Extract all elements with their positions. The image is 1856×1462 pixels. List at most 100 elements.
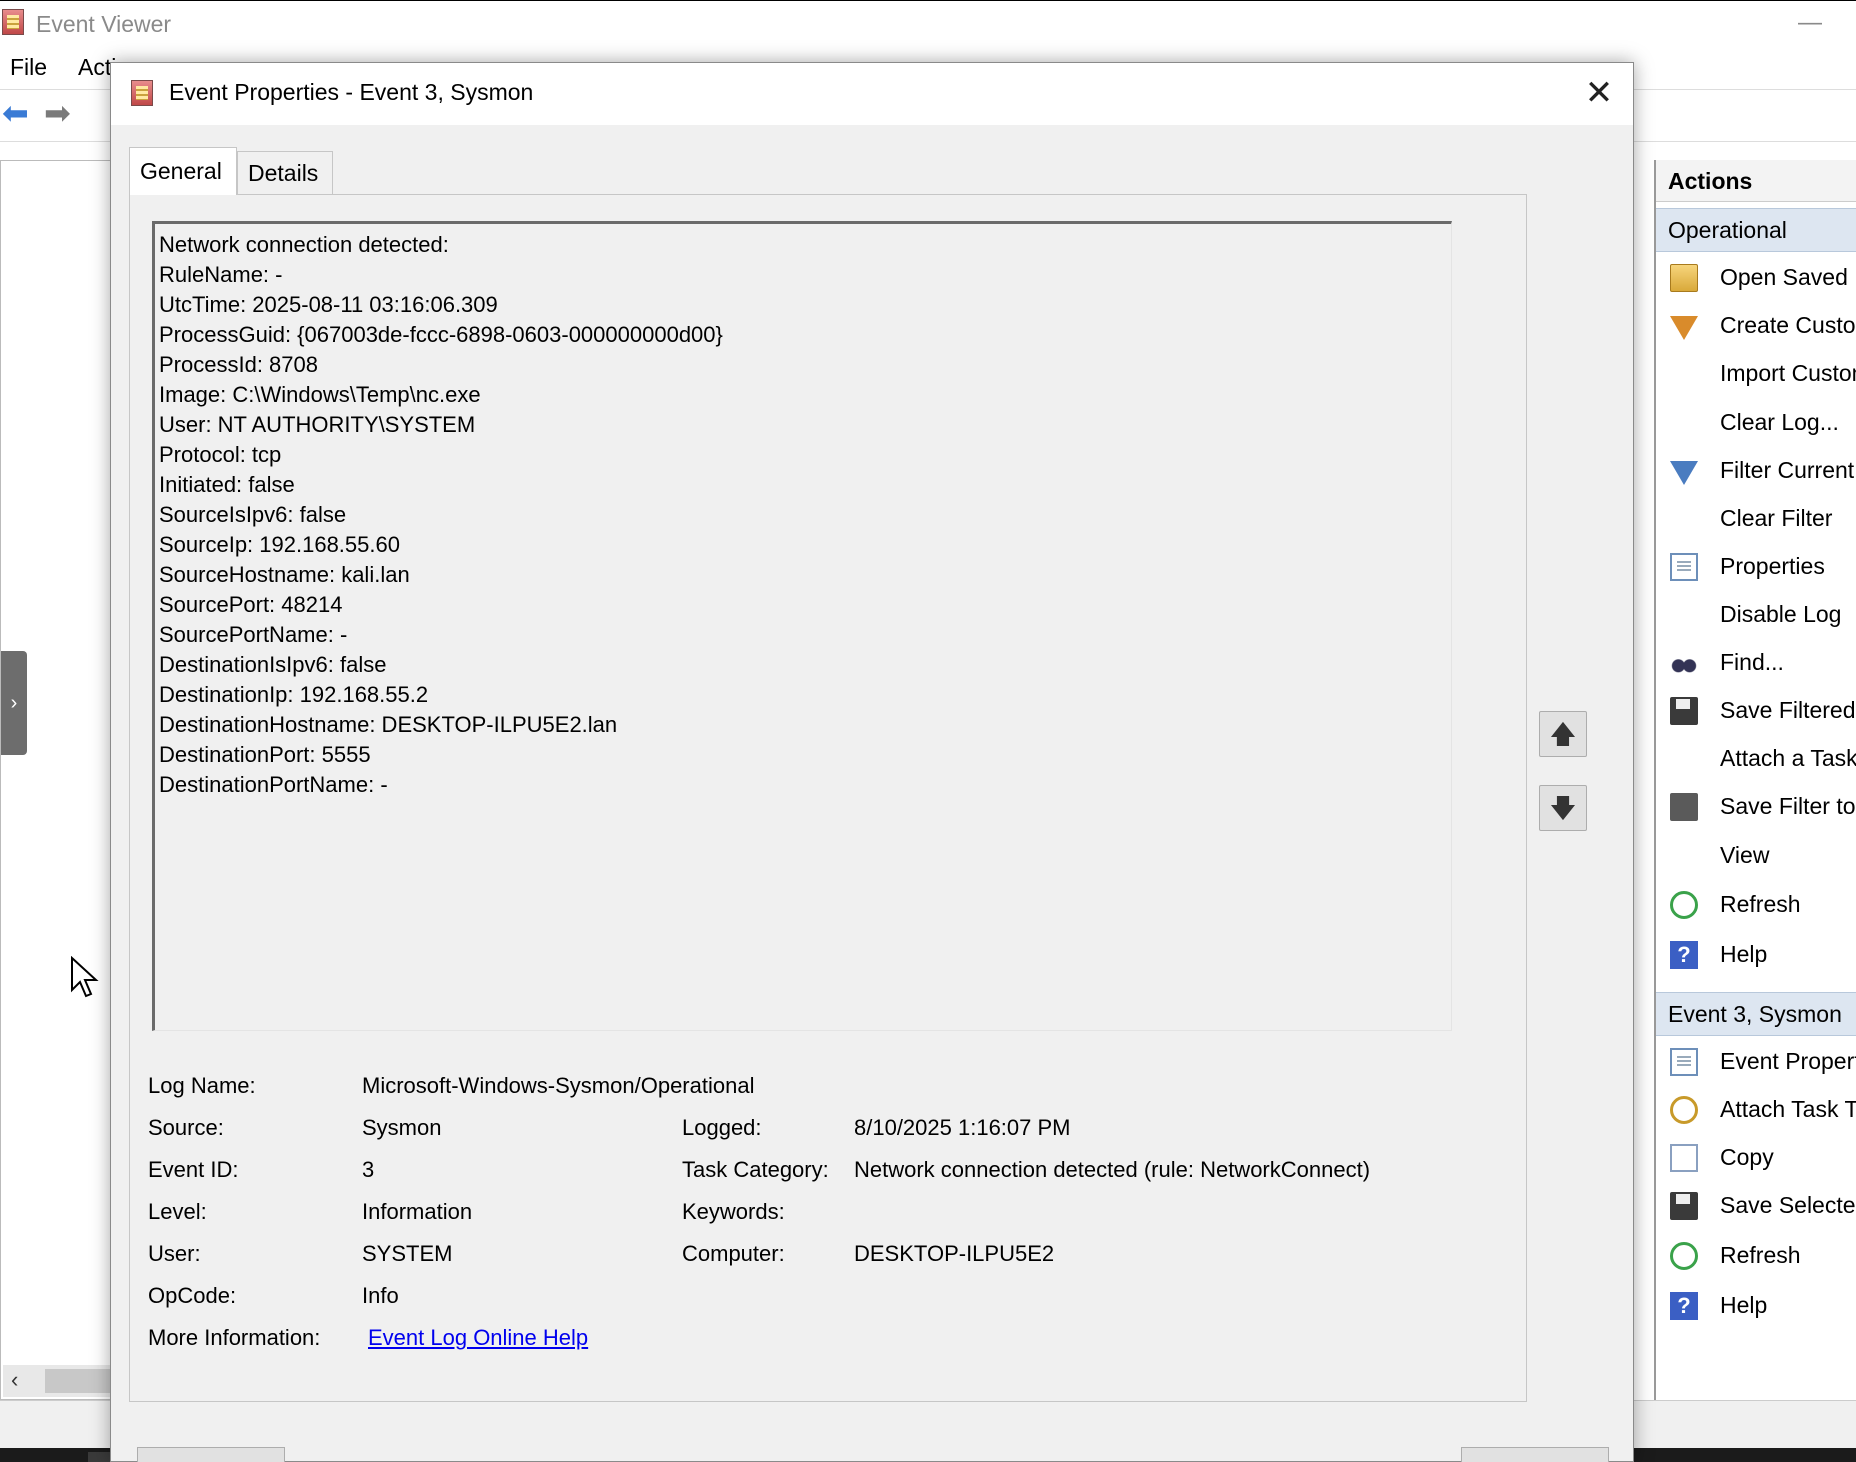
action-label: View [1720,842,1770,868]
minimize-button[interactable]: — [1790,9,1830,39]
action-save-filtered-log[interactable]: Save Filtered Log File As... [1656,689,1856,733]
event-viewer-titlebar: Event Viewer — [0,0,1856,46]
next-event-button[interactable]: 🡇 [1539,785,1587,831]
event-text-line: UtcTime: 2025-08-11 03:16:06.309 [159,292,498,317]
event-text-line: DestinationPortName: - [159,772,388,797]
actions-section-operational[interactable]: Operational [1656,208,1856,252]
action-create-custom-view[interactable]: Create Custom View... [1656,304,1856,348]
action-clear-filter[interactable]: Clear Filter [1656,497,1856,541]
event-text-line: ProcessId: 8708 [159,352,318,377]
event-viewer-app-icon [131,80,153,106]
log-name-value: Microsoft-Windows-Sysmon/Operational [362,1073,755,1098]
refresh-icon [1670,891,1698,919]
action-label: Save Filter to Custom View... [1720,793,1856,819]
action-copy[interactable]: Copy [1656,1136,1856,1180]
action-refresh-event[interactable]: Refresh [1656,1234,1856,1278]
computer-value: DESKTOP-ILPU5E2 [854,1241,1055,1266]
actions-header: Actions [1656,160,1856,202]
event-text-line: DestinationIp: 192.168.55.2 [159,682,429,707]
action-label: Event Properties [1720,1048,1856,1074]
mouse-cursor-icon [71,956,99,998]
action-help-event[interactable]: ? Help [1656,1284,1856,1328]
action-attach-task-event[interactable]: Attach Task To This Event... [1656,1088,1856,1132]
horizontal-scrollbar[interactable]: ‹ [3,1365,111,1397]
action-label: Properties [1720,553,1825,579]
event-description-text[interactable]: Network connection detected: RuleName: -… [152,221,1452,1031]
level-value: Information [362,1199,473,1224]
keywords-label: Keywords: [682,1199,785,1224]
action-open-saved-log[interactable]: Open Saved Log... [1656,256,1856,300]
close-button[interactable]: ✕ [1577,73,1621,115]
action-save-filter-custom-view[interactable]: Save Filter to Custom View... [1656,785,1856,829]
action-label: Import Custom View... [1720,360,1856,386]
help-icon: ? [1670,941,1698,969]
event-text-line: SourceIsIpv6: false [159,502,347,527]
console-tree-pane: › ‹ [0,160,112,1400]
action-attach-task-log[interactable]: Attach a Task To this Log... [1656,737,1856,781]
action-label: Disable Log [1720,601,1842,627]
action-properties[interactable]: Properties [1656,545,1856,589]
action-label: Create Custom View... [1720,312,1856,338]
arrow-up-icon: 🡅 [1549,719,1577,749]
action-view[interactable]: View [1656,834,1856,878]
action-refresh[interactable]: Refresh [1656,883,1856,927]
event-text-line: Image: C:\Windows\Temp\nc.exe [159,382,481,407]
general-tab-panel: Network connection detected: RuleName: -… [129,194,1527,1402]
event-text-line: ProcessGuid: {067003de-fccc-6898-0603-00… [159,322,723,347]
action-filter-current-log[interactable]: Filter Current Log... [1656,449,1856,493]
action-label: Attach a Task To this Log... [1720,745,1856,771]
close-dialog-button[interactable] [1461,1447,1609,1462]
level-label: Level: [148,1199,207,1224]
properties-icon [1670,553,1698,581]
tab-details[interactable]: Details [237,151,333,195]
event-text-line: DestinationHostname: DESKTOP-ILPU5E2.lan [159,712,618,737]
dialog-title: Event Properties - Event 3, Sysmon [169,79,534,105]
action-import-custom-view[interactable]: Import Custom View... [1656,352,1856,396]
event-text-line: SourceIp: 192.168.55.60 [159,532,400,557]
tab-general[interactable]: General [129,147,237,195]
action-save-selected-events[interactable]: Save Selected Events... [1656,1184,1856,1228]
action-event-properties[interactable]: Event Properties [1656,1040,1856,1084]
event-text-line: Network connection detected: [159,232,449,257]
collapse-pane-handle[interactable]: › [1,651,27,755]
scrollbar-thumb[interactable] [45,1369,111,1393]
logged-label: Logged: [682,1115,762,1140]
back-arrow-icon[interactable]: ⬅ [2,97,36,130]
event-text-line: RuleName: - [159,262,283,287]
arrow-down-icon: 🡇 [1549,793,1577,823]
user-value: SYSTEM [362,1241,453,1266]
actions-section-event[interactable]: Event 3, Sysmon [1656,992,1856,1036]
action-label: Clear Filter [1720,505,1833,531]
event-text-line: SourceHostname: kali.lan [159,562,410,587]
event-properties-dialog: Event Properties - Event 3, Sysmon ✕ Gen… [110,62,1634,1462]
opcode-value: Info [362,1283,399,1308]
scroll-left-icon[interactable]: ‹ [11,1367,18,1393]
action-label: Refresh [1720,1242,1801,1268]
event-text-line: SourcePort: 48214 [159,592,343,617]
save-icon [1670,1192,1698,1220]
forward-arrow-icon[interactable]: ➡ [44,97,78,130]
action-label: Attach Task To This Event... [1720,1096,1856,1122]
more-information-label: More Information: [148,1325,321,1350]
refresh-icon [1670,1242,1698,1270]
action-label: Filter Current Log... [1720,457,1856,483]
action-disable-log[interactable]: Disable Log [1656,593,1856,637]
event-text-line: DestinationPort: 5555 [159,742,371,767]
save-filter-icon [1670,793,1698,821]
action-label: Open Saved Log... [1720,264,1856,290]
filter-orange-icon [1670,316,1698,340]
menu-file[interactable]: File [10,54,47,81]
event-log-online-help-link[interactable]: Event Log Online Help [368,1325,588,1351]
copy-button[interactable] [137,1447,285,1462]
previous-event-button[interactable]: 🡅 [1539,711,1587,757]
event-viewer-app-icon [2,9,24,35]
task-category-label: Task Category: [682,1157,829,1182]
action-label: Refresh [1720,891,1801,917]
logged-value: 8/10/2025 1:16:07 PM [854,1115,1071,1140]
action-clear-log[interactable]: Clear Log... [1656,401,1856,445]
action-label: Find... [1720,649,1784,675]
action-label: Clear Log... [1720,409,1839,435]
binoculars-icon [1670,649,1698,677]
action-help[interactable]: ? Help [1656,933,1856,977]
action-find[interactable]: Find... [1656,641,1856,685]
